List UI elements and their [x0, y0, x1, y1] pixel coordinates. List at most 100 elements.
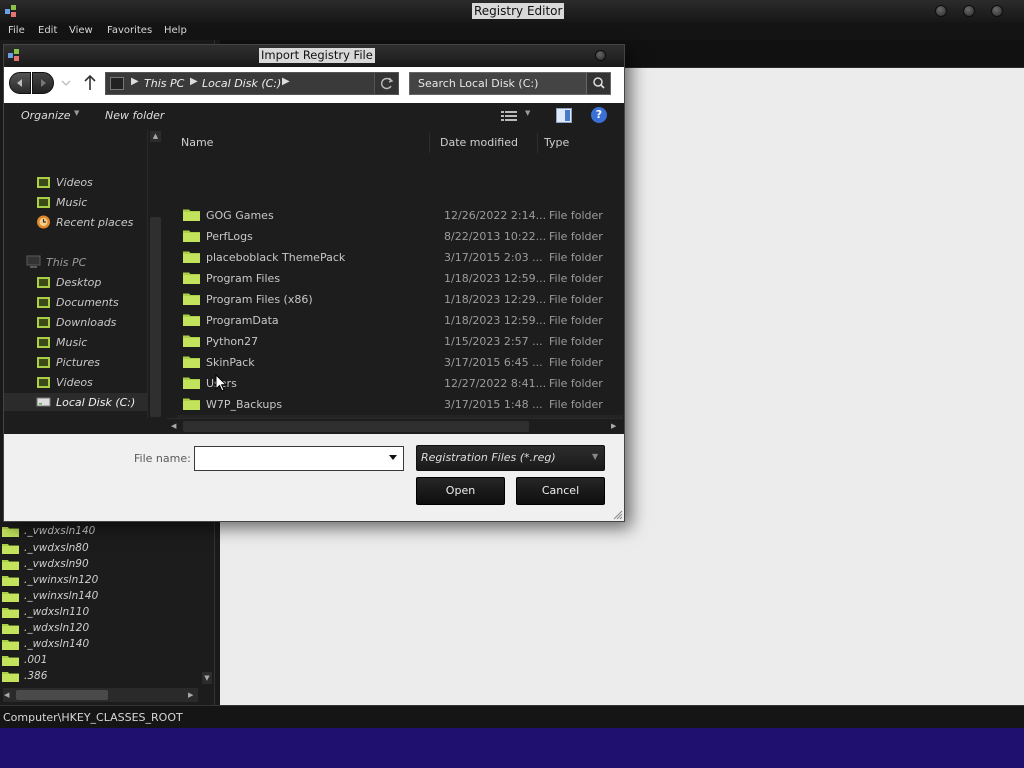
search-box[interactable]: Search Local Disk (C:) [409, 72, 611, 95]
file-list[interactable]: Name Date modified Type GOG Games 12/26/2… [167, 129, 623, 434]
dialog-titlebar[interactable]: Import Registry File [4, 45, 624, 67]
breadcrumb-separator-icon[interactable]: ▶ [282, 76, 290, 87]
tree-item[interactable]: ._wdxsln110 [2, 604, 202, 620]
preview-pane-icon[interactable] [556, 108, 572, 123]
breadcrumb-separator-icon[interactable]: ▶ [131, 76, 139, 87]
file-row[interactable]: Program Files 1/18/2023 12:59... File fold… [177, 268, 623, 288]
menu-edit[interactable]: Edit [38, 24, 57, 38]
file-row[interactable]: Program Files (x86) 1/18/2023 12:29... Fil… [177, 289, 623, 309]
file-row[interactable]: Python27 1/15/2023 2:57 ... File folder [177, 331, 623, 351]
open-button[interactable]: Open [416, 477, 505, 505]
tree-item[interactable]: ._vwdxsln90 [2, 556, 202, 572]
scroll-up-icon[interactable]: ▲ [150, 131, 161, 142]
minimize-button[interactable] [935, 5, 947, 17]
chevron-down-icon[interactable]: ▼ [74, 109, 79, 117]
file-name-input[interactable] [195, 447, 385, 470]
scroll-thumb[interactable] [150, 217, 161, 417]
maximize-button[interactable] [963, 5, 975, 17]
tree-item[interactable]: .386 [2, 668, 202, 684]
cancel-button[interactable]: Cancel [516, 477, 605, 505]
breadcrumb-this-pc[interactable]: This PC [144, 77, 184, 90]
tree-item[interactable]: ._wdxsln120 [2, 620, 202, 636]
file-type: File folder [549, 230, 603, 243]
file-row[interactable]: PerfLogs 8/22/2013 10:22... File folder [177, 226, 623, 246]
nav-item-this-pc[interactable]: This PC [4, 253, 147, 271]
address-bar[interactable]: ▶ This PC ▶ Local Disk (C:) ▶ [105, 72, 399, 95]
downloads-icon [37, 317, 50, 328]
file-name-combobox[interactable] [194, 446, 404, 471]
resize-grip-icon[interactable] [613, 510, 623, 520]
nav-item-downloads[interactable]: Downloads [4, 313, 147, 331]
file-name: placeboblack ThemePack [206, 251, 346, 264]
chevron-down-icon[interactable]: ▼ [525, 109, 530, 117]
file-type: File folder [549, 356, 603, 369]
menu-view[interactable]: View [69, 24, 93, 38]
scroll-right-icon[interactable]: ▶ [611, 421, 621, 432]
file-type-select[interactable]: Registration Files (*.reg) ▼ [416, 445, 605, 471]
scroll-thumb[interactable] [16, 690, 108, 700]
column-header-type[interactable]: Type [544, 136, 569, 149]
column-divider[interactable] [537, 133, 538, 153]
view-options-icon[interactable] [501, 110, 517, 122]
close-button[interactable] [991, 5, 1003, 17]
file-row[interactable]: SkinPack 3/17/2015 6:45 ... File folder [177, 352, 623, 372]
documents-icon [37, 297, 50, 308]
column-header-name[interactable]: Name [181, 136, 213, 149]
file-row[interactable]: GOG Games 12/26/2022 2:14... File folder [177, 205, 623, 225]
nav-item-label: Recent places [56, 216, 134, 229]
nav-item-local-disk-c[interactable]: Local Disk (C:) [4, 393, 147, 411]
tree-item[interactable]: .001 [2, 652, 202, 668]
nav-item-pictures[interactable]: Pictures [4, 353, 147, 371]
help-icon[interactable]: ? [591, 107, 607, 123]
column-header-date-modified[interactable]: Date modified [440, 136, 518, 149]
recent-locations-chevron-icon[interactable] [59, 77, 73, 89]
column-divider[interactable] [429, 133, 430, 153]
menu-file[interactable]: File [8, 24, 25, 38]
nav-item-videos[interactable]: Videos [4, 373, 147, 391]
scroll-right-icon[interactable]: ▶ [188, 689, 198, 701]
file-row[interactable]: Users12/27/2022 8:41...File folder [177, 373, 623, 393]
file-row[interactable]: placeboblack ThemePack 3/17/2015 2:03 ...… [177, 247, 623, 267]
nav-item-desktop[interactable]: Desktop [4, 273, 147, 291]
organize-button[interactable]: Organize [21, 109, 70, 122]
back-button[interactable] [9, 72, 31, 94]
tree-item[interactable]: ._vwinxsln140 [2, 588, 202, 604]
nav-pane-scrollbar[interactable]: ▲ ▼ [147, 129, 162, 434]
nav-item-videos[interactable]: Videos [4, 173, 147, 191]
tree-item[interactable]: ._vwdxsln140 [2, 523, 202, 539]
folder-icon [2, 592, 19, 602]
file-row[interactable]: W7P_Backups 3/17/2015 1:48 ... File folder [177, 394, 623, 414]
nav-item-music[interactable]: Music [4, 193, 147, 211]
music-icon [37, 337, 50, 348]
file-list-horizontal-scrollbar[interactable]: ◀ ▶ [167, 418, 623, 434]
chevron-down-icon[interactable] [389, 455, 397, 460]
new-folder-button[interactable]: New folder [105, 109, 164, 122]
file-type: File folder [549, 314, 603, 327]
forward-button[interactable] [32, 72, 54, 94]
search-button[interactable] [586, 73, 610, 94]
nav-item-label: Pictures [56, 356, 101, 369]
breadcrumb-separator-icon[interactable]: ▶ [190, 76, 198, 87]
file-row[interactable]: ProgramData 1/18/2023 12:59... File folder [177, 310, 623, 330]
file-type: File folder [549, 293, 603, 306]
nav-item-recent-places[interactable]: Recent places [4, 213, 147, 231]
up-arrow-icon[interactable] [81, 73, 99, 93]
tree-item[interactable]: ._vwdxsln80 [2, 540, 202, 556]
file-date-modified: 1/15/2023 2:57 ... [444, 335, 543, 348]
navigation-pane[interactable]: Videos Music Recent places This PC Desktop Do… [4, 129, 164, 434]
dialog-close-button[interactable] [595, 50, 606, 61]
breadcrumb-local-disk[interactable]: Local Disk (C:) [202, 77, 281, 90]
registry-editor-titlebar[interactable]: Registry Editor [0, 0, 1024, 23]
tree-horizontal-scrollbar[interactable]: ◀ ▶ [3, 688, 198, 702]
scroll-left-icon[interactable]: ◀ [171, 421, 181, 432]
tree-item[interactable]: ._wdxsln140 [2, 636, 202, 652]
scroll-left-icon[interactable]: ◀ [4, 689, 14, 701]
menu-favorites[interactable]: Favorites [107, 24, 152, 38]
menu-help[interactable]: Help [164, 24, 187, 38]
nav-item-documents[interactable]: Documents [4, 293, 147, 311]
nav-item-music[interactable]: Music [4, 333, 147, 351]
scroll-down-icon[interactable]: ▼ [202, 672, 212, 684]
refresh-button[interactable] [374, 73, 398, 94]
tree-item[interactable]: ._vwinxsln120 [2, 572, 202, 588]
scroll-thumb[interactable] [183, 421, 529, 432]
